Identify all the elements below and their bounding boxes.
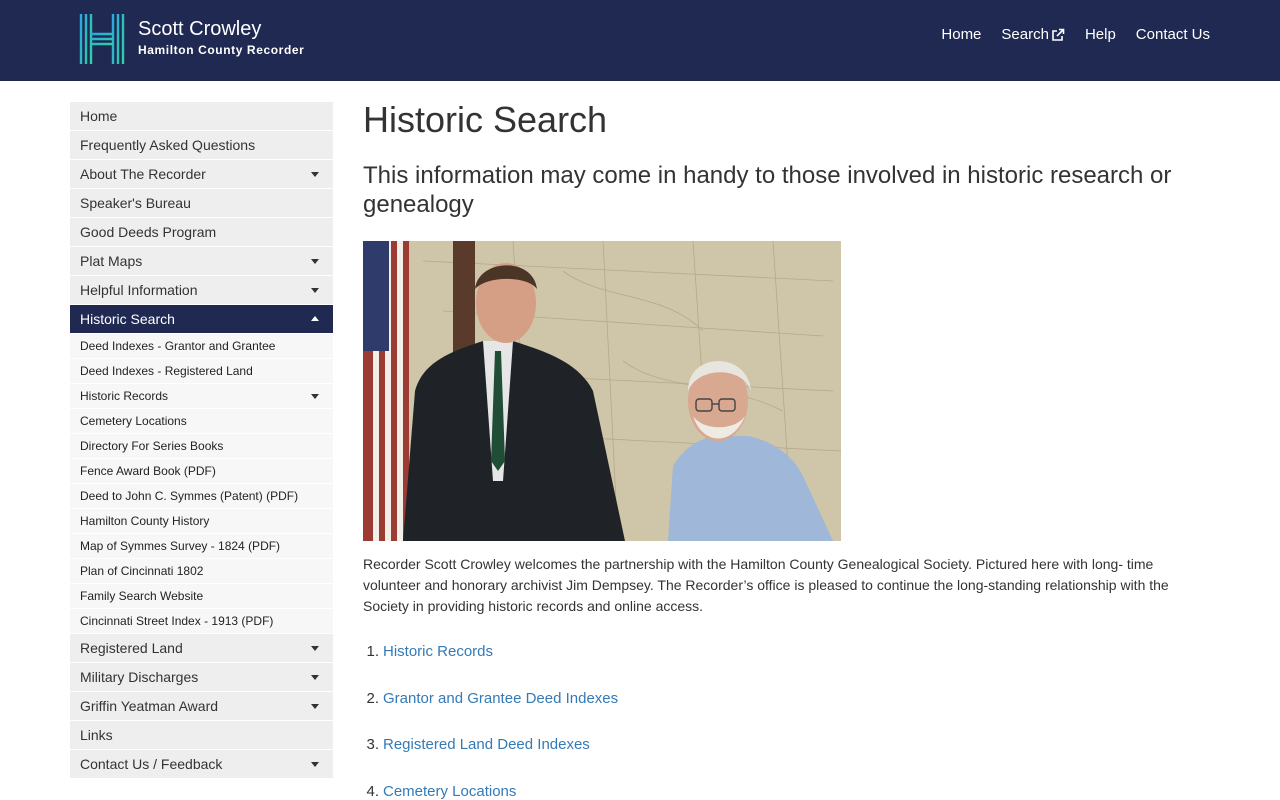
sidebar-subitem-cemetery-locations[interactable]: Cemetery Locations bbox=[70, 409, 333, 434]
list-item: 3. Registered Land Deed Indexes bbox=[363, 735, 1213, 755]
sidebar-item-about-recorder[interactable]: About The Recorder bbox=[70, 160, 333, 189]
sidebar-item-label: Historic Search bbox=[80, 311, 175, 327]
brand-subtitle: Hamilton County Recorder bbox=[138, 43, 305, 57]
brand-name[interactable]: Scott Crowley bbox=[138, 17, 261, 41]
sidebar-subitem-family-search[interactable]: Family Search Website bbox=[70, 584, 333, 609]
sidebar-item-helpful-information[interactable]: Helpful Information bbox=[70, 276, 333, 305]
sidebar-item-label: Frequently Asked Questions bbox=[80, 137, 256, 153]
list-number: 3. bbox=[366, 736, 379, 753]
caret-up-icon[interactable] bbox=[311, 316, 319, 321]
nav-contact-us[interactable]: Contact Us bbox=[1136, 25, 1210, 45]
sidebar-item-label: Registered Land bbox=[80, 640, 183, 656]
list-item: 1. Historic Records bbox=[363, 642, 1213, 662]
sidebar-item-historic-search[interactable]: Historic Search bbox=[70, 305, 333, 334]
sidebar-item-label: Helpful Information bbox=[80, 282, 198, 298]
sidebar-item-home[interactable]: Home bbox=[70, 102, 333, 131]
nav-search[interactable]: Search bbox=[1001, 25, 1065, 45]
sidebar-item-label: Contact Us / Feedback bbox=[80, 756, 223, 772]
sidebar-subitem-label: Plan of Cincinnati 1802 bbox=[80, 564, 204, 578]
caret-down-icon[interactable] bbox=[311, 646, 319, 651]
caret-down-icon[interactable] bbox=[311, 259, 319, 264]
list-item: 4. Cemetery Locations bbox=[363, 782, 1213, 800]
sidebar-subitem-label: Deed Indexes - Registered Land bbox=[80, 364, 253, 378]
sidebar-subitem-historic-records[interactable]: Historic Records bbox=[70, 384, 333, 409]
nav-home[interactable]: Home bbox=[941, 25, 981, 45]
sidebar-item-label: Links bbox=[80, 727, 113, 743]
external-link-icon bbox=[1052, 28, 1065, 41]
sidebar-subitem-label: Family Search Website bbox=[80, 589, 204, 603]
site-header: Scott Crowley Hamilton County Recorder H… bbox=[0, 0, 1280, 81]
sidebar-item-label: Home bbox=[80, 108, 118, 124]
sidebar-item-links[interactable]: Links bbox=[70, 721, 333, 750]
historic-links-list: 1. Historic Records 2. Grantor and Grantee… bbox=[363, 642, 1213, 800]
sidebar-subitem-directory-series-books[interactable]: Directory For Series Books bbox=[70, 434, 333, 459]
partnership-photo bbox=[363, 241, 841, 541]
sidebar-subitem-label: Hamilton County History bbox=[80, 514, 210, 528]
caret-down-icon[interactable] bbox=[311, 675, 319, 680]
sidebar-item-label: Griffin Yeatman Award bbox=[80, 698, 219, 714]
link-cemetery-locations[interactable]: Cemetery Locations bbox=[383, 783, 516, 800]
sidebar-subitem-fence-award-book[interactable]: Fence Award Book (PDF) bbox=[70, 459, 333, 484]
sidebar-subitem-plan-cincinnati[interactable]: Plan of Cincinnati 1802 bbox=[70, 559, 333, 584]
sidebar-item-label: Speaker's Bureau bbox=[80, 195, 191, 211]
sidebar-subitem-label: Cincinnati Street Index - 1913 (PDF) bbox=[80, 614, 274, 628]
caret-down-icon[interactable] bbox=[311, 172, 319, 177]
caret-down-icon[interactable] bbox=[311, 704, 319, 709]
partnership-description: Recorder Scott Crowley welcomes the part… bbox=[363, 556, 1169, 614]
main-content: Historic Search This information may com… bbox=[363, 98, 1213, 800]
sidebar-subitem-cincinnati-street-index[interactable]: Cincinnati Street Index - 1913 (PDF) bbox=[70, 609, 333, 634]
sidebar-item-speakers-bureau[interactable]: Speaker's Bureau bbox=[70, 189, 333, 218]
sidebar-subitem-deed-john-symmes[interactable]: Deed to John C. Symmes (Patent) (PDF) bbox=[70, 484, 333, 509]
list-number: 1. bbox=[366, 643, 379, 660]
sidebar-subitem-label: Deed to John C. Symmes (Patent) (PDF) bbox=[80, 489, 299, 503]
sidebar-item-faq[interactable]: Frequently Asked Questions bbox=[70, 131, 333, 160]
sidebar-item-plat-maps[interactable]: Plat Maps bbox=[70, 247, 333, 276]
link-grantor-grantee-indexes[interactable]: Grantor and Grantee Deed Indexes bbox=[383, 690, 618, 707]
sidebar-nav: Home Frequently Asked Questions About Th… bbox=[70, 102, 333, 779]
logo-h-icon[interactable] bbox=[78, 12, 126, 66]
caret-down-icon[interactable] bbox=[311, 394, 319, 399]
page-title: Historic Search bbox=[363, 99, 608, 140]
sidebar-subitem-label: Historic Records bbox=[80, 389, 169, 403]
link-registered-land-indexes[interactable]: Registered Land Deed Indexes bbox=[383, 736, 590, 753]
sidebar-subitem-label: Fence Award Book (PDF) bbox=[80, 464, 216, 478]
sidebar-subitem-deed-indexes-registered[interactable]: Deed Indexes - Registered Land bbox=[70, 359, 333, 384]
sidebar-subitem-label: Deed Indexes - Grantor and Grantee bbox=[80, 339, 276, 353]
sidebar-subitem-hamilton-county-history[interactable]: Hamilton County History bbox=[70, 509, 333, 534]
sidebar-item-military-discharges[interactable]: Military Discharges bbox=[70, 663, 333, 692]
top-nav: Home Search Help Contact Us bbox=[921, 25, 1210, 45]
sidebar-item-registered-land[interactable]: Registered Land bbox=[70, 634, 333, 663]
sidebar-subitem-deed-indexes-grantor[interactable]: Deed Indexes - Grantor and Grantee bbox=[70, 334, 333, 359]
sidebar-item-griffin-yeatman[interactable]: Griffin Yeatman Award bbox=[70, 692, 333, 721]
caret-down-icon[interactable] bbox=[311, 288, 319, 293]
nav-help[interactable]: Help bbox=[1085, 25, 1116, 45]
sidebar-item-label: Good Deeds Program bbox=[80, 224, 217, 240]
nav-search-label: Search bbox=[1001, 26, 1049, 43]
sidebar-item-label: Plat Maps bbox=[80, 253, 143, 269]
sidebar-item-contact-feedback[interactable]: Contact Us / Feedback bbox=[70, 750, 333, 779]
sidebar-item-good-deeds[interactable]: Good Deeds Program bbox=[70, 218, 333, 247]
list-number: 2. bbox=[366, 689, 379, 707]
caret-down-icon[interactable] bbox=[311, 762, 319, 767]
list-number: 4. bbox=[366, 782, 379, 800]
sidebar-subitem-label: Directory For Series Books bbox=[80, 439, 224, 453]
sidebar-item-label: About The Recorder bbox=[80, 166, 206, 182]
page-subtitle: This information may come in handy to th… bbox=[363, 162, 1172, 218]
sidebar-subitem-label: Cemetery Locations bbox=[80, 414, 187, 428]
sidebar-subitem-label: Map of Symmes Survey - 1824 (PDF) bbox=[80, 539, 281, 553]
link-historic-records[interactable]: Historic Records bbox=[383, 643, 493, 660]
list-item: 2. Grantor and Grantee Deed Indexes bbox=[363, 689, 1213, 709]
sidebar-subitem-map-symmes-survey[interactable]: Map of Symmes Survey - 1824 (PDF) bbox=[70, 534, 333, 559]
sidebar-item-label: Military Discharges bbox=[80, 669, 199, 685]
